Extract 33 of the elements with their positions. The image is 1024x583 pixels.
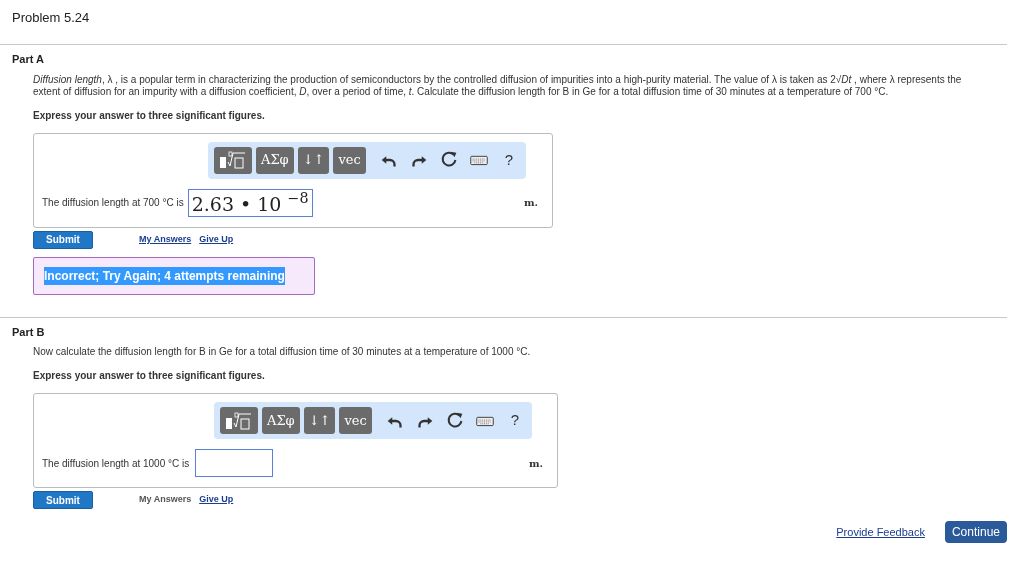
answer-field[interactable]: 2.63 • 10 $^{−8}$ [187, 188, 313, 217]
submit-button[interactable]: Submit [33, 230, 93, 249]
give-up-link[interactable]: Give Up [199, 232, 234, 247]
templates-icon [219, 151, 247, 169]
continue-button[interactable]: Continue [944, 521, 1007, 543]
problem-text: Diffusion length, λ , is a popular term in characterizing the production of semiconductors by the controlled diffusion of impurities into a high-purity material. The value of λ is taken as 2√Dt , where λ represents the extent of diffusion for an impurity with a diffusion coefficient, D, over a period of time, t. Calculate the diffusion length for B in Ge for a total diffusion time of 30 minutes at a temperature of 700 °C. [33, 73, 963, 98]
answer-label: The diffusion length at 1000 °C is [42, 456, 190, 471]
templates-button[interactable] [220, 407, 258, 434]
problem-title: Problem 5.24 [11, 9, 91, 27]
problem-text: Now calculate the diffusion length for B in Ge for a total diffusion time of 30 minutes at a temperature of 1000 °C. [33, 346, 532, 358]
toolbar-button[interactable]: vec [339, 407, 372, 434]
instruction-text: Express your answer to three significant figures. [33, 369, 266, 383]
submit-button[interactable]: Submit [33, 491, 93, 509]
help-button[interactable]: ? [503, 409, 526, 432]
toolbar-button[interactable]: ↓↑ [303, 407, 336, 434]
unit-label: m. [523, 196, 538, 210]
toolbar-button[interactable]: ↓↑ [297, 146, 330, 174]
answer-field[interactable] [195, 449, 274, 477]
help-button[interactable]: ? [497, 148, 520, 172]
my-answers-link[interactable]: My Answers [139, 232, 192, 247]
feedback-link[interactable]: Provide Feedback [836, 523, 925, 541]
feedback-message: Incorrect; Try Again; 4 attempts remaining [33, 256, 315, 295]
toolbar-button[interactable]: ΑΣφ [262, 407, 300, 434]
templates-icon [225, 411, 253, 430]
part-heading: Part B [11, 324, 46, 340]
answer-label: The diffusion length at 700 °C is [42, 196, 184, 210]
unit-label: m. [528, 456, 543, 471]
toolbar-button[interactable]: ΑΣφ [256, 146, 294, 174]
give-up-link[interactable]: Give Up [199, 493, 234, 507]
templates-button[interactable] [214, 146, 252, 174]
toolbar-button[interactable]: vec [333, 146, 366, 174]
instruction-text: Express your answer to three significant figures. [33, 108, 266, 123]
part-heading: Part A [11, 52, 45, 67]
